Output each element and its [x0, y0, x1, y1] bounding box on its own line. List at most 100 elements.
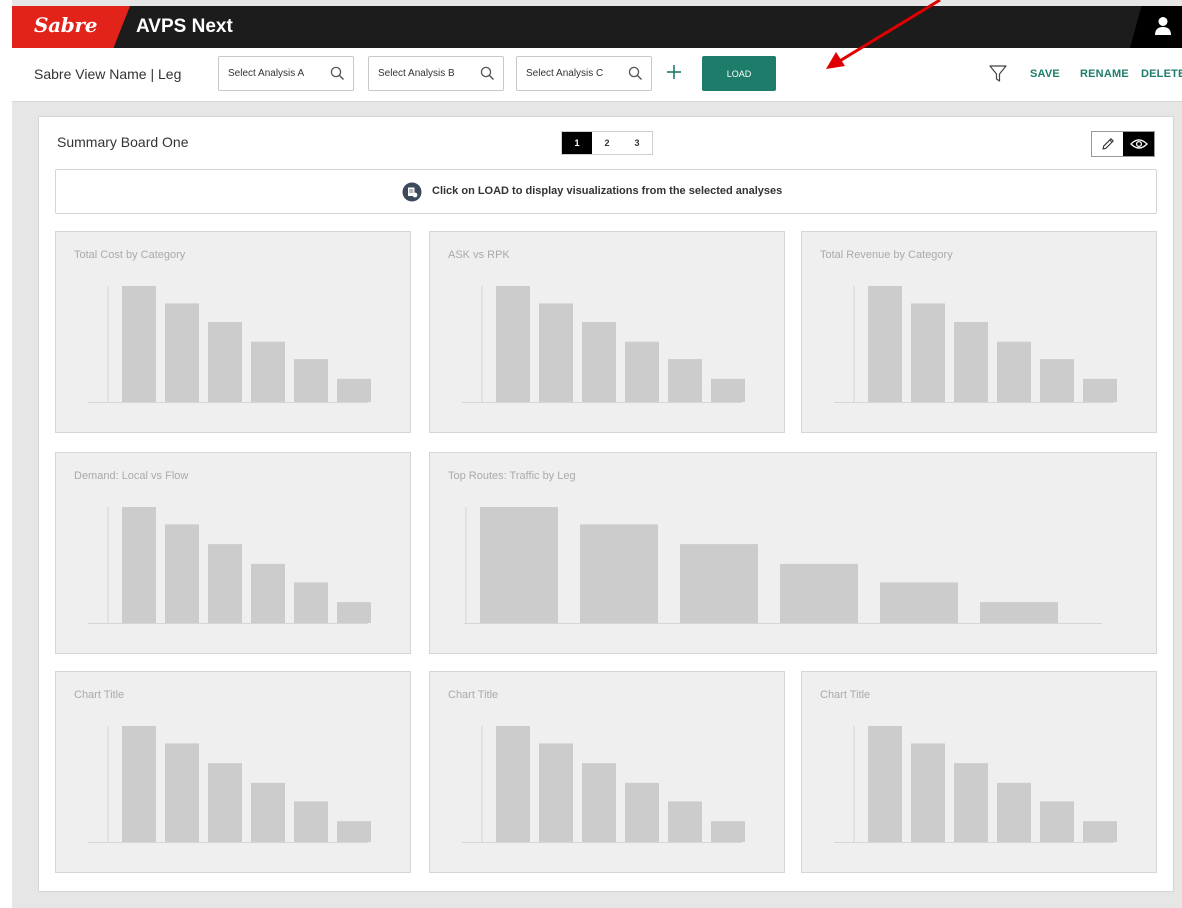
- bar: [294, 801, 328, 842]
- chart-plot: [88, 507, 371, 624]
- chart-plot: [462, 286, 745, 403]
- chart-card: Top Routes: Traffic by Leg: [429, 452, 1157, 654]
- plus-icon: [667, 65, 681, 79]
- bar: [582, 321, 616, 402]
- bar: [954, 763, 988, 842]
- preview-mode-button[interactable]: [1123, 132, 1154, 156]
- pencil-icon: [1101, 138, 1114, 150]
- bar: [625, 341, 659, 402]
- board-pager: 1 2 3: [561, 131, 653, 155]
- bar: [711, 821, 745, 842]
- bar: [911, 303, 945, 402]
- eye-icon: [1129, 139, 1148, 149]
- chart-plot: [834, 286, 1117, 403]
- user-menu-button[interactable]: [1130, 6, 1182, 48]
- board-title: Summary Board One: [57, 134, 189, 150]
- info-message: Click on LOAD to display visualizations …: [432, 185, 783, 197]
- bar: [251, 563, 285, 623]
- summary-board: Summary Board One 1 2 3 Click on LOAD to…: [38, 116, 1174, 892]
- bar: [980, 602, 1058, 623]
- chart-info-icon: [402, 182, 422, 202]
- bar: [337, 602, 371, 623]
- bar: [165, 743, 199, 842]
- bar: [480, 507, 558, 623]
- bar: [208, 544, 242, 623]
- user-icon: [1155, 17, 1171, 35]
- bar: [954, 321, 988, 402]
- bar: [251, 341, 285, 402]
- view-mode-toggle: [1091, 131, 1155, 157]
- select-analysis-a[interactable]: [218, 56, 354, 91]
- info-banner: Click on LOAD to display visualizations …: [55, 169, 1157, 214]
- chart-card: Chart Title: [55, 671, 411, 873]
- chart-card: Chart Title: [801, 671, 1157, 873]
- page-1-button[interactable]: 1: [562, 132, 592, 154]
- bar: [1040, 801, 1074, 842]
- add-analysis-button[interactable]: [663, 57, 685, 87]
- bar: [122, 507, 156, 623]
- select-analysis-b[interactable]: [368, 56, 504, 91]
- chart-plot: [464, 507, 1102, 624]
- bar: [911, 743, 945, 842]
- bar: [880, 582, 958, 623]
- rename-button[interactable]: RENAME: [1080, 68, 1129, 80]
- bar: [496, 286, 530, 402]
- sabre-logo: Sabre: [34, 13, 98, 37]
- app-frame: Sabre AVPS Next Sabre View Name | Leg LO…: [12, 0, 1182, 908]
- bar: [337, 821, 371, 842]
- select-analysis-c[interactable]: [516, 56, 652, 91]
- bar: [208, 763, 242, 842]
- search-icon[interactable]: [628, 66, 643, 81]
- bar: [208, 321, 242, 402]
- bar: [165, 524, 199, 623]
- bar: [580, 524, 658, 623]
- analysis-c-input[interactable]: [517, 57, 627, 90]
- toolbar: Sabre View Name | Leg LOAD SAVE RENAME D…: [12, 48, 1182, 102]
- bar: [997, 782, 1031, 842]
- save-button[interactable]: SAVE: [1030, 68, 1060, 80]
- bar: [294, 359, 328, 402]
- chart-plot: [834, 726, 1117, 843]
- bar: [539, 743, 573, 842]
- bar: [122, 286, 156, 402]
- bar: [1083, 821, 1117, 842]
- chart-plot: [88, 286, 371, 403]
- chart-plot: [462, 726, 745, 843]
- bar: [668, 359, 702, 402]
- bar: [668, 801, 702, 842]
- chart-card: Total Cost by Category: [55, 231, 411, 433]
- analysis-b-input[interactable]: [369, 57, 479, 90]
- bar: [868, 726, 902, 842]
- page-3-button[interactable]: 3: [622, 132, 652, 154]
- bar: [711, 378, 745, 402]
- bar: [1083, 378, 1117, 402]
- search-icon[interactable]: [330, 66, 345, 81]
- analysis-a-input[interactable]: [219, 57, 329, 90]
- chart-card: Total Revenue by Category: [801, 231, 1157, 433]
- bar: [122, 726, 156, 842]
- bar: [165, 303, 199, 402]
- bar: [539, 303, 573, 402]
- load-button[interactable]: LOAD: [702, 56, 776, 91]
- app-name: AVPS Next: [136, 16, 233, 37]
- bar: [337, 378, 371, 402]
- bar: [496, 726, 530, 842]
- page-2-button[interactable]: 2: [592, 132, 622, 154]
- search-icon[interactable]: [480, 66, 495, 81]
- edit-mode-button[interactable]: [1092, 132, 1123, 156]
- chart-plot: [88, 726, 371, 843]
- chart-card: ASK vs RPK: [429, 231, 785, 433]
- filter-icon[interactable]: [988, 63, 1008, 83]
- bar: [868, 286, 902, 402]
- bar: [251, 782, 285, 842]
- bar: [780, 563, 858, 623]
- top-bar: Sabre AVPS Next: [12, 6, 1182, 48]
- chart-card: Chart Title: [429, 671, 785, 873]
- bar: [680, 544, 758, 623]
- delete-button[interactable]: DELETE: [1141, 68, 1182, 80]
- bar: [1040, 359, 1074, 402]
- chart-card: Demand: Local vs Flow: [55, 452, 411, 654]
- view-name: Sabre View Name | Leg: [34, 66, 182, 82]
- bar: [582, 763, 616, 842]
- bar: [294, 582, 328, 623]
